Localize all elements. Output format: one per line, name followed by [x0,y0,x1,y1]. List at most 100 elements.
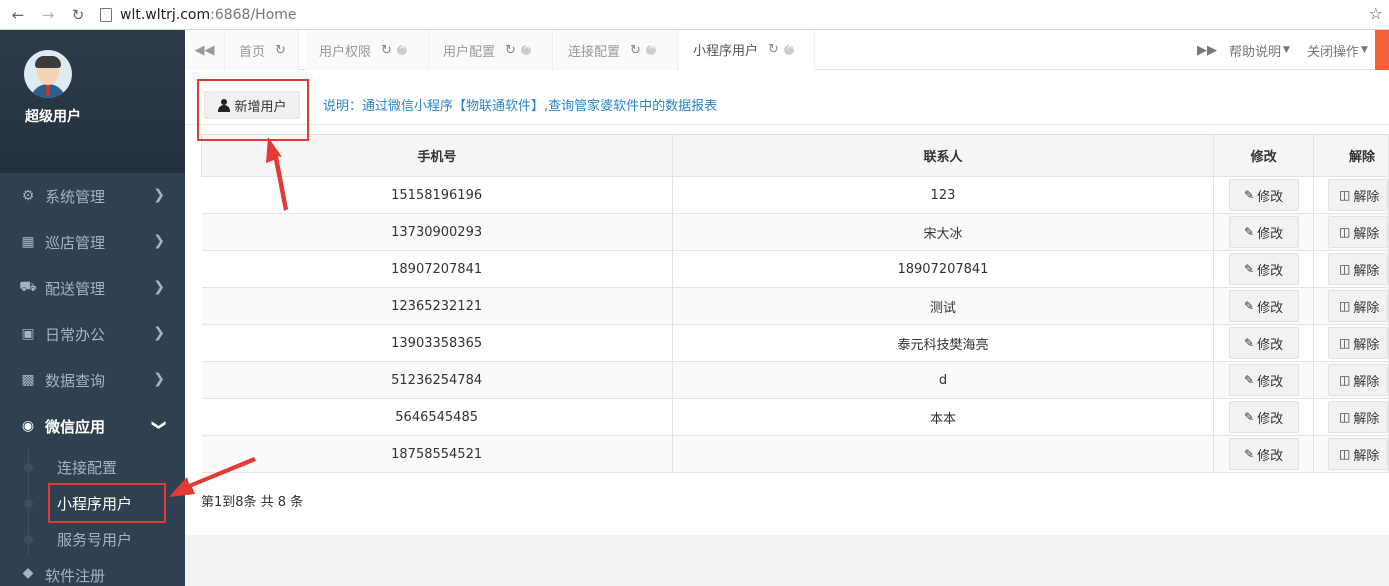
unbind-button[interactable]: ◫ 解除 [1327,401,1388,433]
close-icon[interactable] [396,41,407,55]
tab-home[interactable]: 首页 ↻ [225,30,299,70]
cell-unbind: ◫ 解除 [1313,435,1389,473]
edit-button[interactable]: ✎ 修改 [1228,327,1299,359]
edit-button[interactable]: ✎ 修改 [1228,179,1299,211]
cell-unbind: ◫ 解除 [1313,176,1389,214]
unbind-button[interactable]: ◫ 解除 [1327,290,1388,322]
sidebar-item-label: 巡店管理 [45,233,106,252]
help-label: 帮助说明 [1229,44,1282,60]
trash-icon: ◫ [1338,299,1351,313]
tab-user-permissions[interactable]: 用户权限 ↻ [305,30,429,70]
arrow-right-icon[interactable]: → [36,3,60,27]
sidebar-item-patrol[interactable]: ▦ 巡店管理 ❯ [0,219,185,265]
tab-connection-config[interactable]: 连接配置 ↻ [554,30,678,70]
edit-icon: ✎ [1244,188,1255,202]
sidebar-item-data-query[interactable]: ▩ 数据查询 ❯ [0,357,185,403]
refresh-icon[interactable]: ↻ [381,43,392,58]
bookmark-star-icon[interactable]: ☆ [1369,4,1383,23]
close-icon[interactable] [520,41,531,55]
close-icon[interactable] [645,41,656,55]
unbind-button[interactable]: ◫ 解除 [1327,179,1388,211]
table-row[interactable]: 18907207841 18907207841 ✎ 修改 ◫ 解除 [201,250,1389,288]
sidebar-item-system[interactable]: ⚙ 系统管理 ❯ [0,173,185,219]
cell-unbind: ◫ 解除 [1313,398,1389,436]
chevron-right-icon: ❯ [153,233,165,249]
close-ops-dropdown[interactable]: 关闭操作 ▼ [1307,30,1368,70]
unbind-button[interactable]: ◫ 解除 [1327,327,1388,359]
cell-unbind: ◫ 解除 [1313,361,1389,399]
address-bar[interactable]: wlt.wltrj.com:6868/Home [100,4,297,26]
info-note: 说明：通过微信小程序【物联通软件】,查询管家婆软件中的数据报表 [323,99,718,114]
submenu-item-connection[interactable]: 连接配置 [0,449,185,485]
table-row[interactable]: 18758554521 ✎ 修改 ◫ 解除 [201,435,1389,473]
sidebar-item-wechat[interactable]: ◉ 微信应用 ❯ [0,403,185,449]
tab-label: 用户配置 [443,44,496,60]
edit-label: 修改 [1257,337,1284,353]
cell-phone: 15158196196 [201,176,673,214]
sidebar-item-label: 日常办公 [45,325,106,344]
sidebar-item-label: 微信应用 [45,417,106,436]
cell-edit: ✎ 修改 [1213,287,1314,325]
cell-edit: ✎ 修改 [1213,213,1314,251]
sidebar-item-office[interactable]: ▣ 日常办公 ❯ [0,311,185,357]
refresh-icon[interactable]: ↻ [768,42,779,57]
table-row[interactable]: 13903358365 泰元科技樊海亮 ✎ 修改 ◫ 解除 [201,324,1389,362]
arrow-left-icon[interactable]: ← [6,3,30,27]
main-content: 新增用户 说明：通过微信小程序【物联通软件】,查询管家婆软件中的数据报表 手机号… [185,70,1389,535]
avatar[interactable] [24,50,72,98]
cell-phone: 13903358365 [201,324,673,362]
logout-button[interactable] [1375,30,1389,70]
annotation-box-menu [48,483,166,523]
unbind-button[interactable]: ◫ 解除 [1327,216,1388,248]
submenu-item-service-users[interactable]: 服务号用户 [0,521,185,557]
tabs-scroll-right-icon[interactable]: ▶▶ [1197,30,1217,70]
edit-icon: ✎ [1244,225,1255,239]
tabs-scroll-left-icon[interactable]: ◀◀ [185,30,225,70]
wechat-icon: ◉ [21,418,35,434]
edit-button[interactable]: ✎ 修改 [1228,216,1299,248]
cell-phone: 12365232121 [201,287,673,325]
table-row[interactable]: 15158196196 123 ✎ 修改 ◫ 解除 [201,176,1389,214]
caret-down-icon: ▼ [1283,45,1290,55]
help-dropdown[interactable]: 帮助说明 ▼ [1229,30,1290,70]
trash-icon: ◫ [1338,262,1351,276]
unbind-label: 解除 [1353,189,1380,205]
page-tabs: ◀◀ 首页 ↻ 用户权限 ↻ 用户配置 ↻ 连接配置 ↻ 小程序用户 ↻ ▶▶ … [185,30,1389,70]
sidebar-item-delivery[interactable]: ⛟ 配送管理 ❯ [0,265,185,311]
refresh-icon[interactable]: ↻ [630,43,641,58]
cell-contact: d [672,361,1215,399]
browser-toolbar: ← → ↻ wlt.wltrj.com:6868/Home ☆ [0,0,1389,30]
unbind-label: 解除 [1353,374,1380,390]
cell-contact: 测试 [672,287,1215,325]
unbind-button[interactable]: ◫ 解除 [1327,438,1388,470]
edit-button[interactable]: ✎ 修改 [1228,364,1299,396]
sidebar-item-label: 软件注册 [45,567,106,585]
reload-icon[interactable]: ↻ [66,3,90,27]
table-row[interactable]: 5646545485 本本 ✎ 修改 ◫ 解除 [201,398,1389,436]
edit-button[interactable]: ✎ 修改 [1228,253,1299,285]
edit-button[interactable]: ✎ 修改 [1228,290,1299,322]
table-row[interactable]: 13730900293 宋大冰 ✎ 修改 ◫ 解除 [201,213,1389,251]
close-icon[interactable] [783,41,794,55]
table-row[interactable]: 12365232121 测试 ✎ 修改 ◫ 解除 [201,287,1389,325]
edit-button[interactable]: ✎ 修改 [1228,438,1299,470]
header-contact[interactable]: 联系人 [671,134,1215,177]
edit-label: 修改 [1257,300,1284,316]
chevron-right-icon: ❯ [153,279,165,295]
refresh-icon[interactable]: ↻ [505,43,516,58]
tab-miniprogram-users[interactable]: 小程序用户 ↻ [679,30,815,70]
table-row[interactable]: 51236254784 d ✎ 修改 ◫ 解除 [201,361,1389,399]
unbind-label: 解除 [1353,263,1380,279]
gears-icon: ⚙ [21,188,35,204]
sidebar-item-register-partial[interactable]: ◆ 软件注册 [0,557,185,586]
sitemap-icon: ▦ [21,234,35,250]
tab-user-config[interactable]: 用户配置 ↻ [429,30,553,70]
edit-button[interactable]: ✎ 修改 [1228,401,1299,433]
edit-icon: ✎ [1244,299,1255,313]
unbind-button[interactable]: ◫ 解除 [1327,364,1388,396]
profile-name[interactable]: 超级用户 [25,106,81,126]
refresh-icon[interactable]: ↻ [275,43,286,58]
unbind-button[interactable]: ◫ 解除 [1327,253,1388,285]
cell-contact: 18907207841 [672,250,1215,288]
edit-label: 修改 [1257,226,1284,242]
